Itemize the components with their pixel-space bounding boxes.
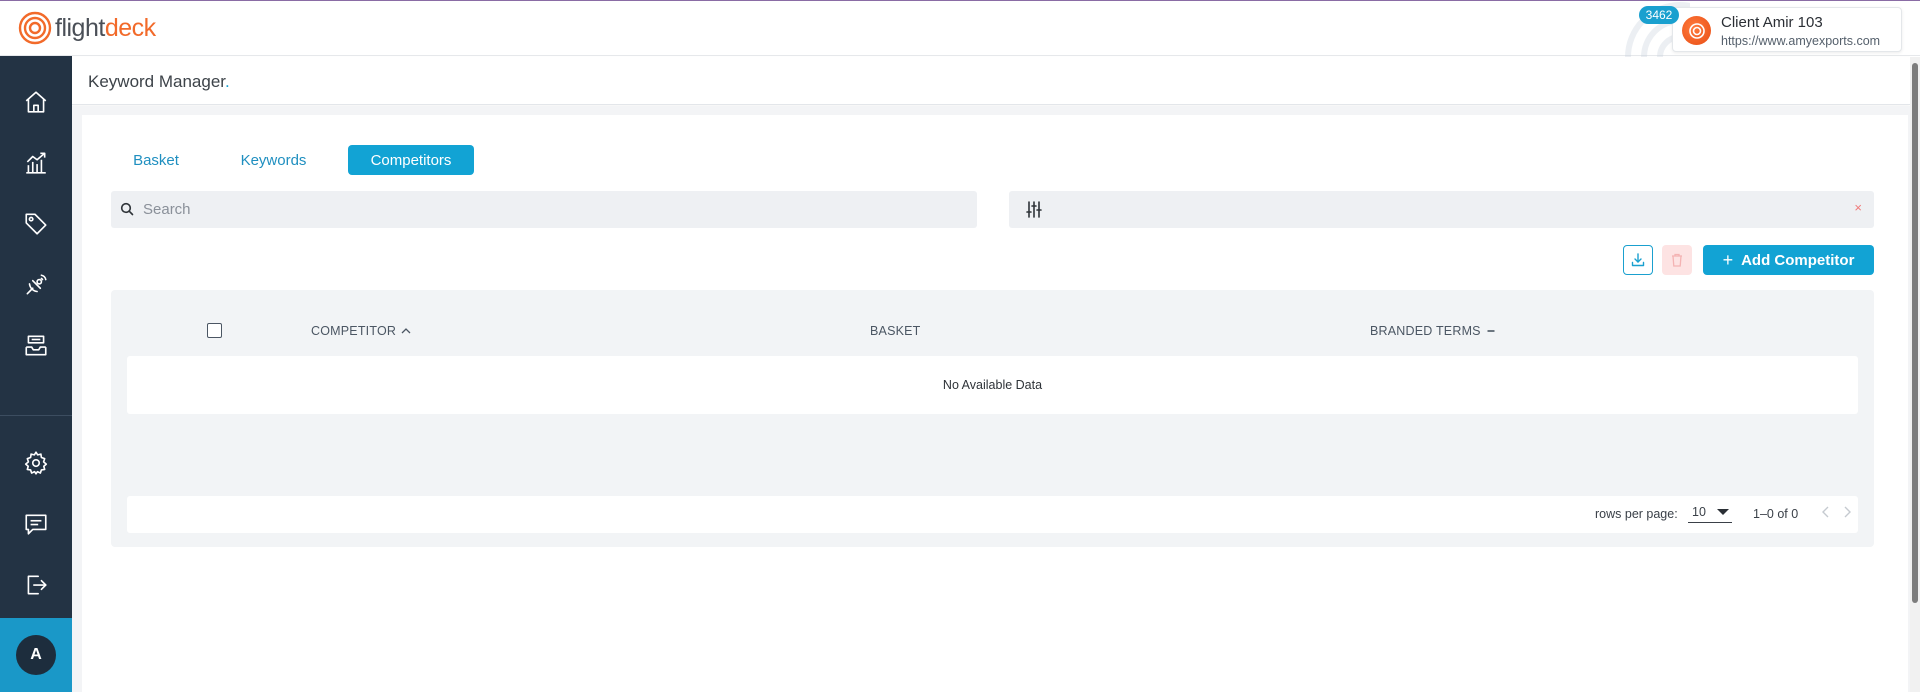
- select-all-checkbox[interactable]: [207, 323, 222, 338]
- search-input[interactable]: [143, 191, 963, 228]
- flightdeck-logo[interactable]: flightdeck: [18, 11, 156, 45]
- column-header-branded-terms[interactable]: BRANDED TERMS: [1370, 324, 1496, 338]
- page-range-text: 1–0 of 0: [1753, 507, 1799, 521]
- sidebar-item-inbox[interactable]: [0, 323, 72, 369]
- add-competitor-label: Add Competitor: [1741, 251, 1855, 269]
- sidebar-item-keywords[interactable]: [0, 201, 72, 247]
- sort-ascending-icon[interactable]: [401, 327, 411, 335]
- user-menu[interactable]: A: [0, 618, 72, 692]
- next-page-icon[interactable]: [1842, 505, 1852, 519]
- plus-icon: +: [1722, 250, 1734, 270]
- analytics-icon: [26, 152, 46, 174]
- minus-icon[interactable]: [1486, 327, 1496, 335]
- rows-per-page-select[interactable]: 10: [1688, 503, 1732, 523]
- client-switcher[interactable]: Client Amir 103 https://www.amyexports.c…: [1625, 2, 1902, 57]
- chat-icon: [25, 514, 47, 535]
- sidebar-item-analytics[interactable]: [0, 140, 72, 186]
- download-button[interactable]: [1623, 245, 1653, 275]
- clear-filter-icon[interactable]: ×: [1854, 200, 1862, 215]
- filter-sliders-icon[interactable]: [1026, 201, 1042, 218]
- logout-icon: [27, 575, 47, 595]
- column-header-basket[interactable]: BASKET: [870, 324, 921, 338]
- gear-icon: [24, 451, 48, 475]
- add-competitor-button[interactable]: + Add Competitor: [1703, 245, 1874, 275]
- page-header: Keyword Manager.: [72, 57, 1910, 105]
- search-box: [111, 191, 977, 228]
- client-url: https://www.amyexports.com: [1721, 34, 1881, 48]
- client-avatar: [1682, 16, 1711, 45]
- sidebar: A: [0, 56, 72, 692]
- home-icon: [25, 91, 47, 113]
- user-avatar[interactable]: A: [16, 635, 56, 675]
- column-header-competitor[interactable]: COMPETITOR: [311, 324, 411, 338]
- client-card[interactable]: Client Amir 103 https://www.amyexports.c…: [1672, 7, 1902, 52]
- delete-button[interactable]: [1662, 245, 1692, 275]
- dropdown-arrow-icon: [1717, 509, 1729, 515]
- rows-per-page-value: 10: [1692, 505, 1706, 519]
- page-title: Keyword Manager.: [88, 72, 230, 91]
- sidebar-item-home[interactable]: [0, 79, 72, 125]
- rows-per-page-label: rows per page:: [1595, 507, 1678, 521]
- top-bar: flightdeck Client Amir 103 https://www.a…: [0, 0, 1920, 57]
- prev-page-icon[interactable]: [1821, 505, 1831, 519]
- sidebar-item-monitoring[interactable]: [0, 262, 72, 308]
- pagination-bar: rows per page: 10 1–0 of 0: [127, 496, 1858, 533]
- sidebar-item-settings[interactable]: [0, 440, 72, 486]
- scrollbar-thumb[interactable]: [1912, 63, 1918, 603]
- client-name: Client Amir 103: [1721, 14, 1823, 31]
- tag-icon: [25, 213, 47, 235]
- inbox-icon: [25, 335, 47, 356]
- notification-badge[interactable]: 3462: [1639, 6, 1679, 24]
- filter-box[interactable]: ×: [1009, 191, 1874, 228]
- page-scrollbar[interactable]: [1910, 57, 1920, 692]
- tab-competitors[interactable]: Competitors: [348, 145, 474, 175]
- tab-keywords[interactable]: Keywords: [227, 145, 320, 175]
- tab-basket[interactable]: Basket: [117, 145, 195, 175]
- client-logo-icon: [1688, 22, 1705, 39]
- trash-icon: [1672, 253, 1682, 267]
- empty-state-row: No Available Data: [127, 356, 1858, 414]
- sidebar-item-logout[interactable]: [0, 562, 72, 608]
- download-icon: [1631, 253, 1645, 267]
- search-icon: [120, 202, 134, 216]
- sidebar-divider: [0, 415, 72, 416]
- sidebar-item-messages[interactable]: [0, 501, 72, 547]
- logo-text: flightdeck: [55, 13, 156, 42]
- logo-icon: [18, 11, 52, 45]
- satellite-icon: [26, 274, 47, 295]
